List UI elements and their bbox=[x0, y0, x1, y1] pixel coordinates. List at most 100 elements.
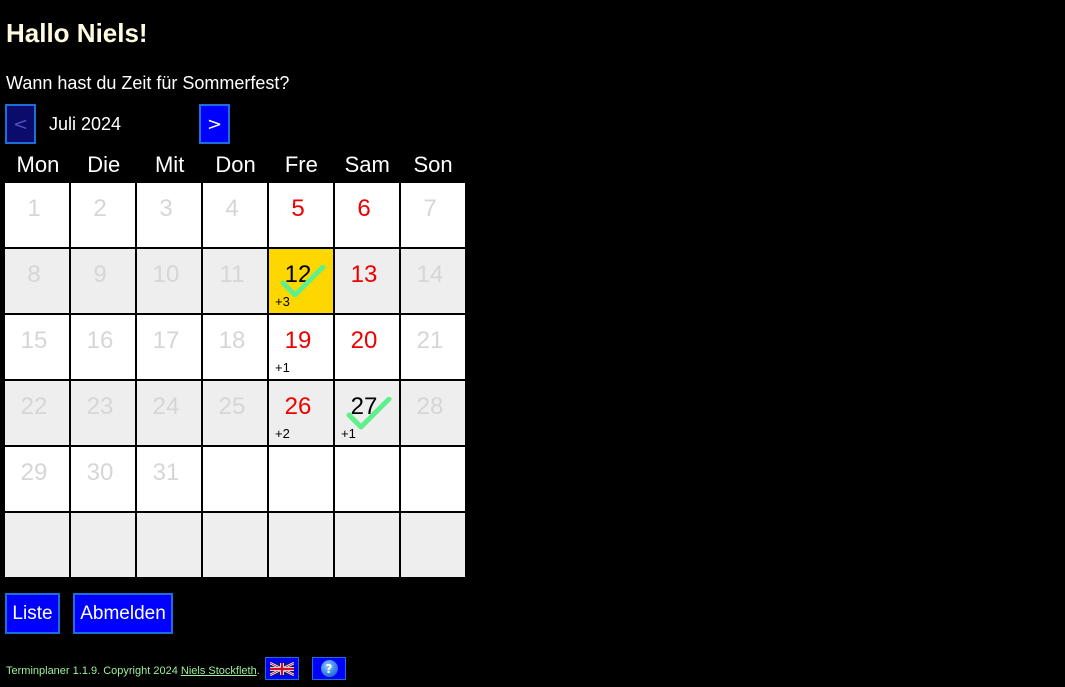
day-number: 28 bbox=[416, 393, 444, 420]
participant-count: +3 bbox=[275, 294, 290, 309]
calendar-day-25[interactable]: 25 bbox=[203, 381, 267, 445]
day-number: 25 bbox=[218, 393, 246, 420]
calendar-empty-cell bbox=[335, 447, 399, 511]
calendar-empty-cell bbox=[137, 513, 201, 577]
calendar-day-15[interactable]: 15 bbox=[5, 315, 69, 379]
author-link[interactable]: Niels Stockfleth bbox=[181, 665, 257, 677]
greeting-heading: Hallo Niels! bbox=[6, 18, 148, 48]
day-number: 23 bbox=[86, 393, 114, 420]
logout-button[interactable]: Abmelden bbox=[73, 593, 173, 634]
day-number: 5 bbox=[291, 195, 305, 222]
calendar-day-7[interactable]: 7 bbox=[401, 183, 465, 247]
day-number: 3 bbox=[159, 195, 173, 222]
weekday-sam: Sam bbox=[344, 152, 390, 177]
calendar-day-6[interactable]: 6 bbox=[335, 183, 399, 247]
calendar-day-31[interactable]: 31 bbox=[137, 447, 201, 511]
day-number: 8 bbox=[27, 261, 41, 288]
participant-count: +2 bbox=[275, 426, 290, 441]
calendar-empty-cell bbox=[269, 447, 333, 511]
day-number: 13 bbox=[350, 261, 378, 288]
weekday-header: Mon Die Mit Don Fre Sam Son bbox=[5, 150, 466, 180]
question-text: Wann hast du Zeit für Sommerfest? bbox=[6, 73, 290, 93]
calendar-day-3[interactable]: 3 bbox=[137, 183, 201, 247]
calendar-grid: 1 2 3 4 5 6 7 8 9 10 11 12 +3 13 14 15 16 17 18 19 +1 20 21 22 2… bbox=[4, 182, 466, 578]
calendar-day-18[interactable]: 18 bbox=[203, 315, 267, 379]
calendar-day-4[interactable]: 4 bbox=[203, 183, 267, 247]
calendar-day-22[interactable]: 22 bbox=[5, 381, 69, 445]
calendar-day-2[interactable]: 2 bbox=[71, 183, 135, 247]
day-number: 4 bbox=[225, 195, 239, 222]
calendar-empty-cell bbox=[5, 513, 69, 577]
day-number: 11 bbox=[219, 261, 245, 288]
weekday-mit: Mit bbox=[154, 152, 185, 177]
calendar-day-24[interactable]: 24 bbox=[137, 381, 201, 445]
calendar-day-12[interactable]: 12 +3 bbox=[269, 249, 333, 313]
day-number: 29 bbox=[20, 459, 48, 486]
day-number: 22 bbox=[20, 393, 48, 420]
month-label: Juli 2024 bbox=[49, 114, 122, 134]
previous-month-button[interactable]: < bbox=[5, 104, 36, 144]
day-number: 15 bbox=[20, 327, 48, 354]
calendar-day-16[interactable]: 16 bbox=[71, 315, 135, 379]
footer-copyright: Terminplaner 1.1.9. Copyright 2024 Niels… bbox=[6, 664, 260, 678]
weekday-don: Don bbox=[215, 152, 256, 177]
page: Hallo Niels! Wann hast du Zeit für Somme… bbox=[0, 0, 1065, 687]
day-number: 1 bbox=[27, 195, 41, 222]
weekday-son: Son bbox=[413, 152, 453, 177]
calendar-empty-cell bbox=[71, 513, 135, 577]
help-button[interactable]: ? bbox=[312, 657, 346, 680]
calendar-empty-cell bbox=[203, 513, 267, 577]
day-number: 9 bbox=[93, 261, 107, 288]
calendar-empty-cell bbox=[401, 513, 465, 577]
calendar-day-19[interactable]: 19 +1 bbox=[269, 315, 333, 379]
weekday-fre: Fre bbox=[284, 152, 318, 177]
day-number: 30 bbox=[86, 459, 114, 486]
calendar-day-9[interactable]: 9 bbox=[71, 249, 135, 313]
calendar-day-14[interactable]: 14 bbox=[401, 249, 465, 313]
day-number: 21 bbox=[416, 327, 444, 354]
day-number: 17 bbox=[152, 327, 180, 354]
calendar-day-30[interactable]: 30 bbox=[71, 447, 135, 511]
footer-text: Terminplaner 1.1.9. Copyright 2024 bbox=[6, 665, 181, 677]
day-number: 26 bbox=[284, 393, 312, 420]
day-number: 18 bbox=[218, 327, 246, 354]
calendar-day-10[interactable]: 10 bbox=[137, 249, 201, 313]
day-number: 6 bbox=[357, 195, 371, 222]
calendar-day-21[interactable]: 21 bbox=[401, 315, 465, 379]
day-number: 10 bbox=[152, 261, 180, 288]
calendar-day-26[interactable]: 26 +2 bbox=[269, 381, 333, 445]
day-number: 20 bbox=[350, 327, 378, 354]
calendar-empty-cell bbox=[203, 447, 267, 511]
day-number: 31 bbox=[152, 459, 180, 486]
calendar-day-1[interactable]: 1 bbox=[5, 183, 69, 247]
language-button[interactable] bbox=[265, 657, 299, 680]
calendar-day-5[interactable]: 5 bbox=[269, 183, 333, 247]
day-number: 24 bbox=[152, 393, 180, 420]
calendar-empty-cell bbox=[401, 447, 465, 511]
calendar-day-28[interactable]: 28 bbox=[401, 381, 465, 445]
calendar-day-11[interactable]: 11 bbox=[203, 249, 267, 313]
calendar-empty-cell bbox=[335, 513, 399, 577]
uk-flag-icon bbox=[270, 661, 294, 676]
weekday-die: Die bbox=[87, 152, 121, 177]
footer-suffix: . bbox=[256, 665, 260, 677]
calendar-day-17[interactable]: 17 bbox=[137, 315, 201, 379]
help-icon: ? bbox=[320, 660, 338, 677]
day-number: 19 bbox=[284, 327, 312, 354]
calendar-day-20[interactable]: 20 bbox=[335, 315, 399, 379]
day-number: 14 bbox=[416, 261, 444, 288]
weekday-mon: Mon bbox=[16, 152, 60, 177]
list-button[interactable]: Liste bbox=[5, 593, 60, 634]
day-number: 16 bbox=[86, 327, 114, 354]
calendar-day-23[interactable]: 23 bbox=[71, 381, 135, 445]
participant-count: +1 bbox=[341, 426, 356, 441]
calendar-day-13[interactable]: 13 bbox=[335, 249, 399, 313]
day-number: 2 bbox=[93, 195, 107, 222]
participant-count: +1 bbox=[275, 360, 290, 375]
calendar-empty-cell bbox=[269, 513, 333, 577]
calendar-day-8[interactable]: 8 bbox=[5, 249, 69, 313]
calendar-day-27[interactable]: 27 +1 bbox=[335, 381, 399, 445]
calendar-day-29[interactable]: 29 bbox=[5, 447, 69, 511]
next-month-button[interactable]: > bbox=[199, 104, 230, 144]
day-number: 7 bbox=[423, 195, 437, 222]
